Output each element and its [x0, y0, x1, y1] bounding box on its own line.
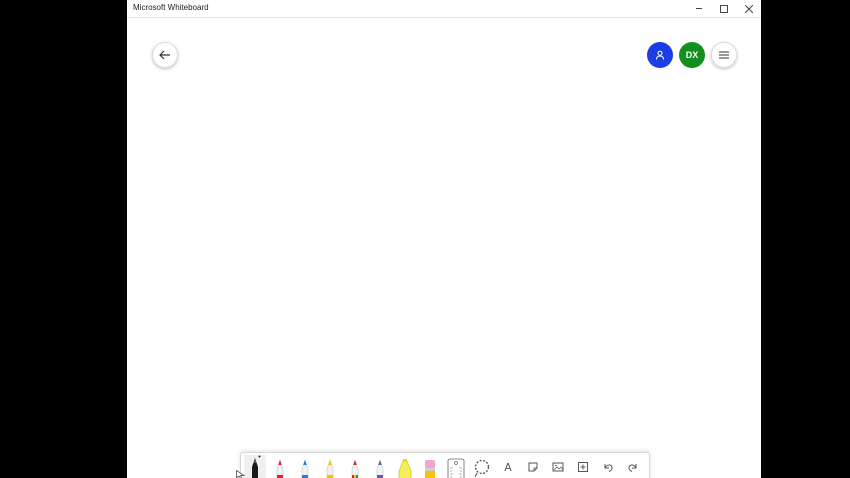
pen-blue-tool[interactable] [294, 455, 316, 478]
eraser-tool[interactable] [419, 455, 441, 478]
text-tool[interactable]: A [497, 455, 519, 478]
person-icon [656, 50, 664, 60]
ruler-tool[interactable] [445, 455, 467, 478]
pen-icon [276, 459, 284, 478]
pen-black-tool[interactable] [244, 455, 266, 478]
undo-button[interactable] [597, 455, 619, 478]
maximize-icon [720, 4, 728, 13]
app-title: Microsoft Whiteboard [133, 3, 209, 12]
user-avatar[interactable]: DX [679, 42, 705, 68]
lasso-tool[interactable] [471, 455, 493, 478]
add-icon [578, 462, 588, 472]
undo-icon [604, 464, 613, 472]
image-icon [552, 462, 564, 472]
app-window: Microsoft Whiteboard DX A [127, 0, 761, 478]
redo-icon [628, 464, 637, 472]
pen-icon [326, 459, 334, 478]
menu-button[interactable] [711, 42, 737, 68]
image-tool[interactable] [547, 455, 569, 478]
arrow-left-icon [159, 50, 170, 60]
pen-icon [376, 459, 384, 478]
redo-button[interactable] [622, 455, 644, 478]
sticky-note-icon [528, 462, 538, 472]
share-button[interactable] [647, 42, 673, 68]
pen-icon [301, 459, 309, 478]
minimize-button[interactable] [687, 0, 711, 17]
eraser-icon [425, 460, 435, 478]
avatar-initials: DX [685, 50, 699, 60]
lasso-icon [474, 459, 490, 478]
maximize-button[interactable] [712, 0, 736, 17]
pen-red-tool[interactable] [269, 455, 291, 478]
highlighter-tool[interactable] [394, 455, 416, 478]
insert-tool[interactable] [572, 455, 594, 478]
back-button[interactable] [152, 42, 178, 68]
hamburger-menu-icon [719, 51, 729, 59]
pen-icon [351, 459, 359, 478]
whiteboard-canvas[interactable] [127, 18, 761, 478]
pen-yellow-tool[interactable] [319, 455, 341, 478]
highlighter-icon [398, 459, 412, 478]
mouse-cursor-icon [236, 470, 245, 478]
ruler-icon [447, 458, 465, 478]
pen-galaxy-tool[interactable] [369, 455, 391, 478]
pen-rainbow-tool[interactable] [344, 455, 366, 478]
text-icon: A [504, 461, 512, 474]
inking-toolbar: A [240, 452, 650, 478]
sticky-note-tool[interactable] [522, 455, 544, 478]
pen-icon [252, 455, 261, 478]
close-button[interactable] [737, 0, 761, 17]
title-bar: Microsoft Whiteboard [127, 0, 761, 18]
close-icon [745, 4, 753, 13]
minimize-icon [696, 8, 702, 9]
